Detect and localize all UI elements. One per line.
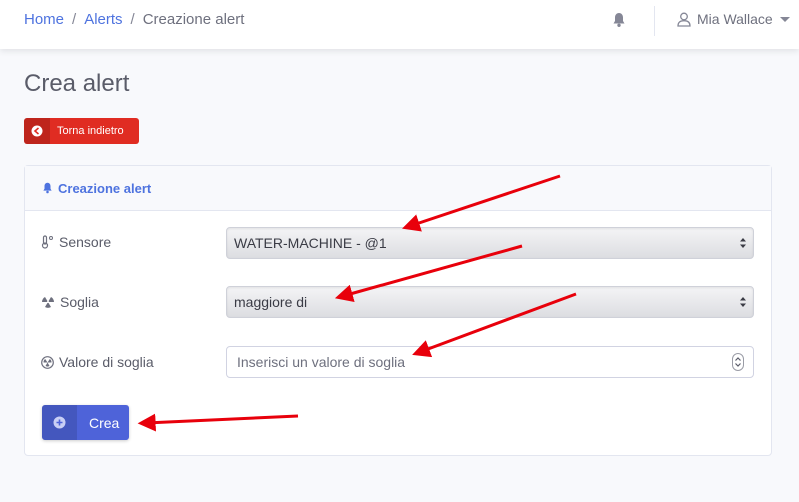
user-icon [677, 12, 691, 27]
card-header: Creazione alert [25, 166, 771, 211]
alert-form-card: Creazione alert Sensore WATER-MACHINE - … [24, 165, 772, 456]
chevron-down-icon [779, 16, 790, 22]
threshold-label: Soglia [60, 294, 99, 310]
radiation-icon [41, 296, 55, 308]
create-button[interactable]: Crea [42, 405, 129, 440]
threshold-value-input[interactable]: Inserisci un valore di soglia [226, 346, 754, 378]
user-name: Mia Wallace [697, 11, 773, 27]
plus-circle-icon [42, 405, 77, 440]
threshold-value-label: Valore di soglia [59, 354, 154, 370]
breadcrumb: Home / Alerts / Creazione alert [24, 11, 244, 28]
topbar: Home / Alerts / Creazione alert Mia Wall… [0, 0, 799, 49]
threshold-select-value: maggiore di [234, 294, 308, 310]
number-spinner-icon[interactable] [732, 353, 744, 371]
radiation-circle-icon [41, 355, 54, 369]
threshold-value-label-row: Valore di soglia [41, 354, 154, 370]
sensor-select[interactable]: WATER-MACHINE - @1 [226, 227, 754, 259]
arrow-left-circle-icon [24, 118, 50, 144]
threshold-select[interactable]: maggiore di [226, 286, 754, 318]
select-arrows-icon [740, 297, 746, 307]
card-title: Creazione alert [58, 180, 152, 196]
breadcrumb-alerts-link[interactable]: Alerts [84, 11, 122, 28]
breadcrumb-home-link[interactable]: Home [24, 11, 64, 28]
sensor-select-value: WATER-MACHINE - @1 [234, 235, 387, 251]
sensor-label: Sensore [59, 234, 112, 250]
threshold-label-row: Soglia [41, 294, 99, 310]
back-button[interactable]: Torna indietro [24, 118, 139, 144]
create-button-label: Crea [89, 414, 120, 431]
sensor-label-row: Sensore [41, 234, 111, 250]
user-menu[interactable]: Mia Wallace [677, 11, 790, 27]
select-arrows-icon [740, 238, 746, 248]
breadcrumb-separator: / [72, 11, 77, 28]
breadcrumb-separator: / [130, 11, 135, 28]
thermometer-icon [41, 235, 54, 249]
back-button-label: Torna indietro [57, 125, 124, 137]
bell-icon [43, 182, 52, 194]
breadcrumb-current: Creazione alert [142, 11, 245, 28]
threshold-value-placeholder: Inserisci un valore di soglia [237, 354, 406, 370]
page-title: Crea alert [24, 70, 130, 97]
notifications-bell-icon[interactable] [612, 12, 628, 28]
topbar-divider [654, 6, 655, 36]
